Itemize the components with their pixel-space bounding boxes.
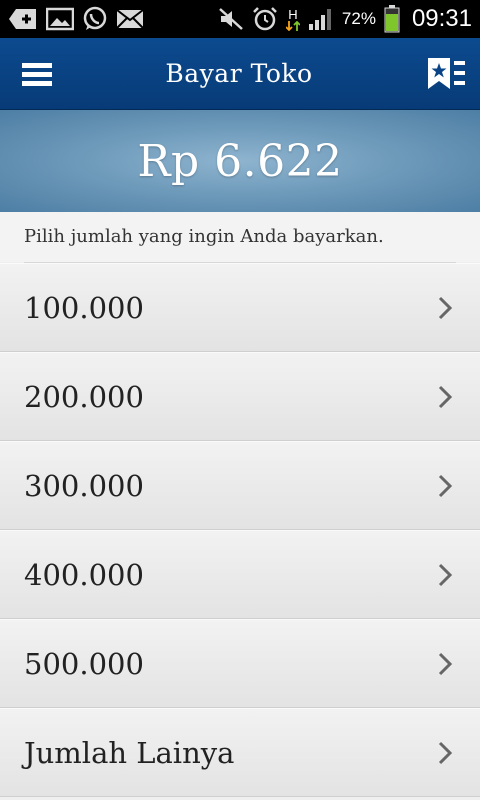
- balance-amount: Rp 6.622: [137, 135, 343, 187]
- status-bar-right: H 72% 09:31: [218, 5, 472, 33]
- app-bar: Bayar Toko: [0, 38, 480, 110]
- add-icon: [8, 7, 38, 31]
- email-icon: [116, 8, 144, 30]
- amount-option-other[interactable]: Jumlah Lainya: [0, 708, 480, 797]
- amount-option-500000[interactable]: 500.000: [0, 619, 480, 708]
- mute-icon: [218, 7, 244, 31]
- option-label: 300.000: [24, 468, 144, 503]
- option-label: 200.000: [24, 379, 144, 414]
- amount-option-200000[interactable]: 200.000: [0, 352, 480, 441]
- amount-options-list: 100.000 200.000 300.000 400.000 500.000 …: [0, 263, 480, 797]
- chevron-right-icon: [438, 563, 452, 587]
- option-label: Jumlah Lainya: [24, 735, 235, 770]
- option-label: 400.000: [24, 557, 144, 592]
- page-title: Bayar Toko: [165, 59, 313, 88]
- instruction-text: Pilih jumlah yang ingin Anda bayarkan.: [24, 225, 384, 247]
- amount-option-300000[interactable]: 300.000: [0, 441, 480, 530]
- balance-banner: Rp 6.622: [0, 110, 480, 212]
- hamburger-icon[interactable]: [22, 61, 52, 87]
- network-type-label: H: [288, 6, 298, 22]
- amount-option-400000[interactable]: 400.000: [0, 530, 480, 619]
- signal-icon: [308, 7, 334, 31]
- chevron-right-icon: [438, 652, 452, 676]
- option-label: 100.000: [24, 290, 144, 325]
- bookmark-list-icon[interactable]: [426, 57, 466, 90]
- option-label: 500.000: [24, 646, 144, 681]
- image-icon: [46, 7, 74, 31]
- chevron-right-icon: [438, 741, 452, 765]
- alarm-icon: [252, 6, 278, 32]
- instruction-row: Pilih jumlah yang ingin Anda bayarkan.: [0, 212, 480, 262]
- chevron-right-icon: [438, 385, 452, 409]
- battery-icon: [384, 5, 400, 33]
- whatsapp-icon: [82, 6, 108, 32]
- amount-option-100000[interactable]: 100.000: [0, 263, 480, 352]
- network-h-icon: H: [285, 6, 300, 31]
- clock: 09:31: [411, 5, 472, 32]
- status-bar-left: [8, 6, 144, 32]
- chevron-right-icon: [438, 474, 452, 498]
- battery-percent: 72%: [341, 9, 376, 28]
- status-bar: H 72% 09:31: [0, 0, 480, 38]
- chevron-right-icon: [438, 296, 452, 320]
